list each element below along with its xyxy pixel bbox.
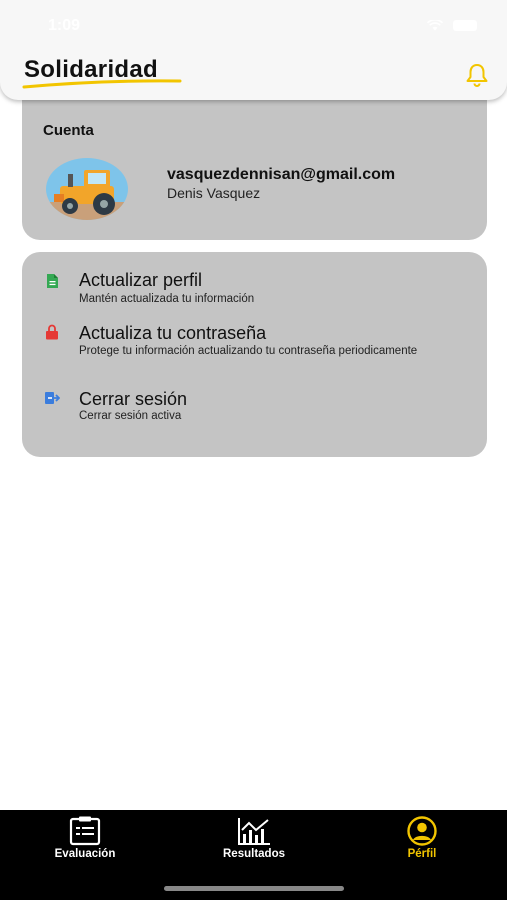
tab-label: Evaluación (54, 848, 116, 860)
tab-label: Resultados (223, 848, 285, 860)
tab-perfil[interactable]: Pérfil (357, 810, 487, 870)
option-update-profile[interactable]: Actualizar perfil Mantén actualizada tu … (22, 268, 487, 308)
clipboard-icon (69, 816, 101, 846)
option-subtitle: Cerrar sesión activa (79, 410, 182, 422)
lock-icon (46, 324, 58, 340)
account-options-card: Actualizar perfil Mantén actualizada tu … (22, 252, 487, 457)
tractor-avatar-icon (46, 158, 128, 220)
account-name: Denis Vasquez (167, 185, 261, 201)
profile-screen: 1:09 Solidaridad Cuenta vasquezdennisan@… (0, 0, 507, 900)
tab-evaluacion[interactable]: Evaluación (20, 810, 150, 870)
account-email: vasquezdennisan@gmail.com (167, 166, 396, 183)
tab-resultados[interactable]: Resultados (189, 810, 319, 870)
option-title: Cerrar sesión (79, 389, 188, 409)
status-time: 1:09 (48, 17, 81, 34)
option-title: Actualiza tu contraseña (79, 323, 267, 343)
logout-icon (45, 392, 60, 404)
bell-icon[interactable] (464, 62, 490, 88)
option-logout[interactable]: Cerrar sesión Cerrar sesión activa (22, 388, 487, 424)
option-title: Actualizar perfil (79, 270, 203, 290)
option-subtitle: Mantén actualizada tu información (79, 293, 255, 305)
status-icons (427, 20, 477, 31)
account-title: Cuenta (43, 122, 94, 139)
document-icon (47, 274, 58, 288)
brand-underline (22, 79, 182, 89)
wifi-icon (427, 20, 443, 31)
profile-icon (407, 816, 437, 846)
chart-icon (238, 818, 270, 845)
option-subtitle: Protege tu información actualizando tu c… (79, 345, 418, 357)
app-header: 1:09 Solidaridad (0, 0, 507, 100)
home-indicator[interactable] (164, 886, 344, 891)
option-update-password[interactable]: Actualiza tu contraseña Protege tu infor… (22, 321, 487, 373)
tab-label: Pérfil (407, 848, 437, 860)
account-card: Cuenta vasquezdennisan@gmail.com Denis V… (22, 96, 487, 240)
battery-icon (453, 20, 477, 31)
